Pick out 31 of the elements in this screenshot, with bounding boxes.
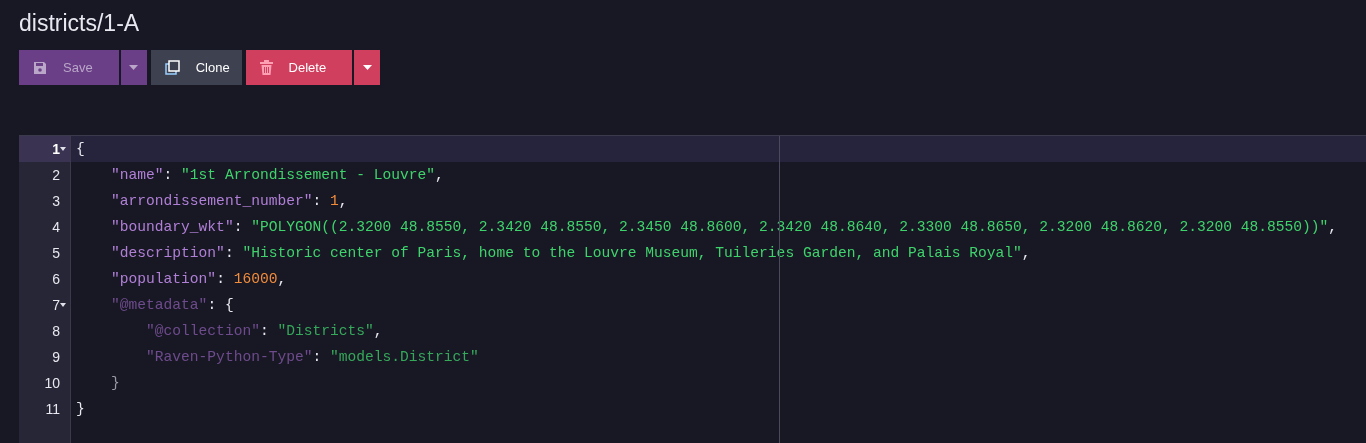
code-line: "arrondissement_number": 1,	[110, 192, 349, 211]
line-number: 5	[52, 245, 60, 261]
line-number: 7	[52, 297, 60, 313]
code-line: "@collection": "Districts",	[145, 322, 384, 341]
line-number: 4	[52, 219, 60, 235]
line-number: 3	[52, 193, 60, 209]
line-number: 9	[52, 349, 60, 365]
code-line: "description": "Historic center of Paris, home to the Louvre Museum, Tuileries Garden, and Palais Royal",	[110, 244, 1032, 263]
caret-icon	[362, 65, 372, 70]
line-number: 10	[44, 375, 60, 391]
line-number: 8	[52, 323, 60, 339]
copy-icon	[164, 60, 180, 75]
fold-arrow-icon[interactable]	[60, 147, 66, 151]
line-number: 1	[52, 141, 60, 157]
document-title: districts/1-A	[19, 9, 141, 38]
line-number: 2	[52, 167, 60, 183]
code-line: "boundary_wkt": "POLYGON((2.3200 48.8550, 2.3420 48.8550, 2.3450 48.8600, 2.3420 48.8640, 2.3300 48.8650, 2.3200 48.8620, 2.3200 48.8550))",	[110, 218, 1339, 237]
trash-icon	[259, 60, 273, 75]
line-number: 11	[45, 401, 60, 417]
delete-button[interactable]: Delete	[245, 50, 353, 85]
code-line: "population": 16000,	[110, 270, 288, 289]
dropdown-button[interactable]	[354, 50, 381, 85]
caret-icon	[129, 65, 139, 70]
clone-button[interactable]: Clone	[150, 50, 242, 85]
code-line: }	[75, 400, 86, 419]
fold-arrow-icon[interactable]	[60, 303, 66, 307]
code-line: "name": "1st Arrondissement - Louvre",	[110, 166, 445, 185]
code-line: "@metadata": {	[110, 296, 235, 315]
code-line: }	[110, 374, 121, 393]
line-number: 6	[52, 271, 60, 287]
code-line: "Raven-Python-Type": "models.District"	[145, 348, 480, 367]
